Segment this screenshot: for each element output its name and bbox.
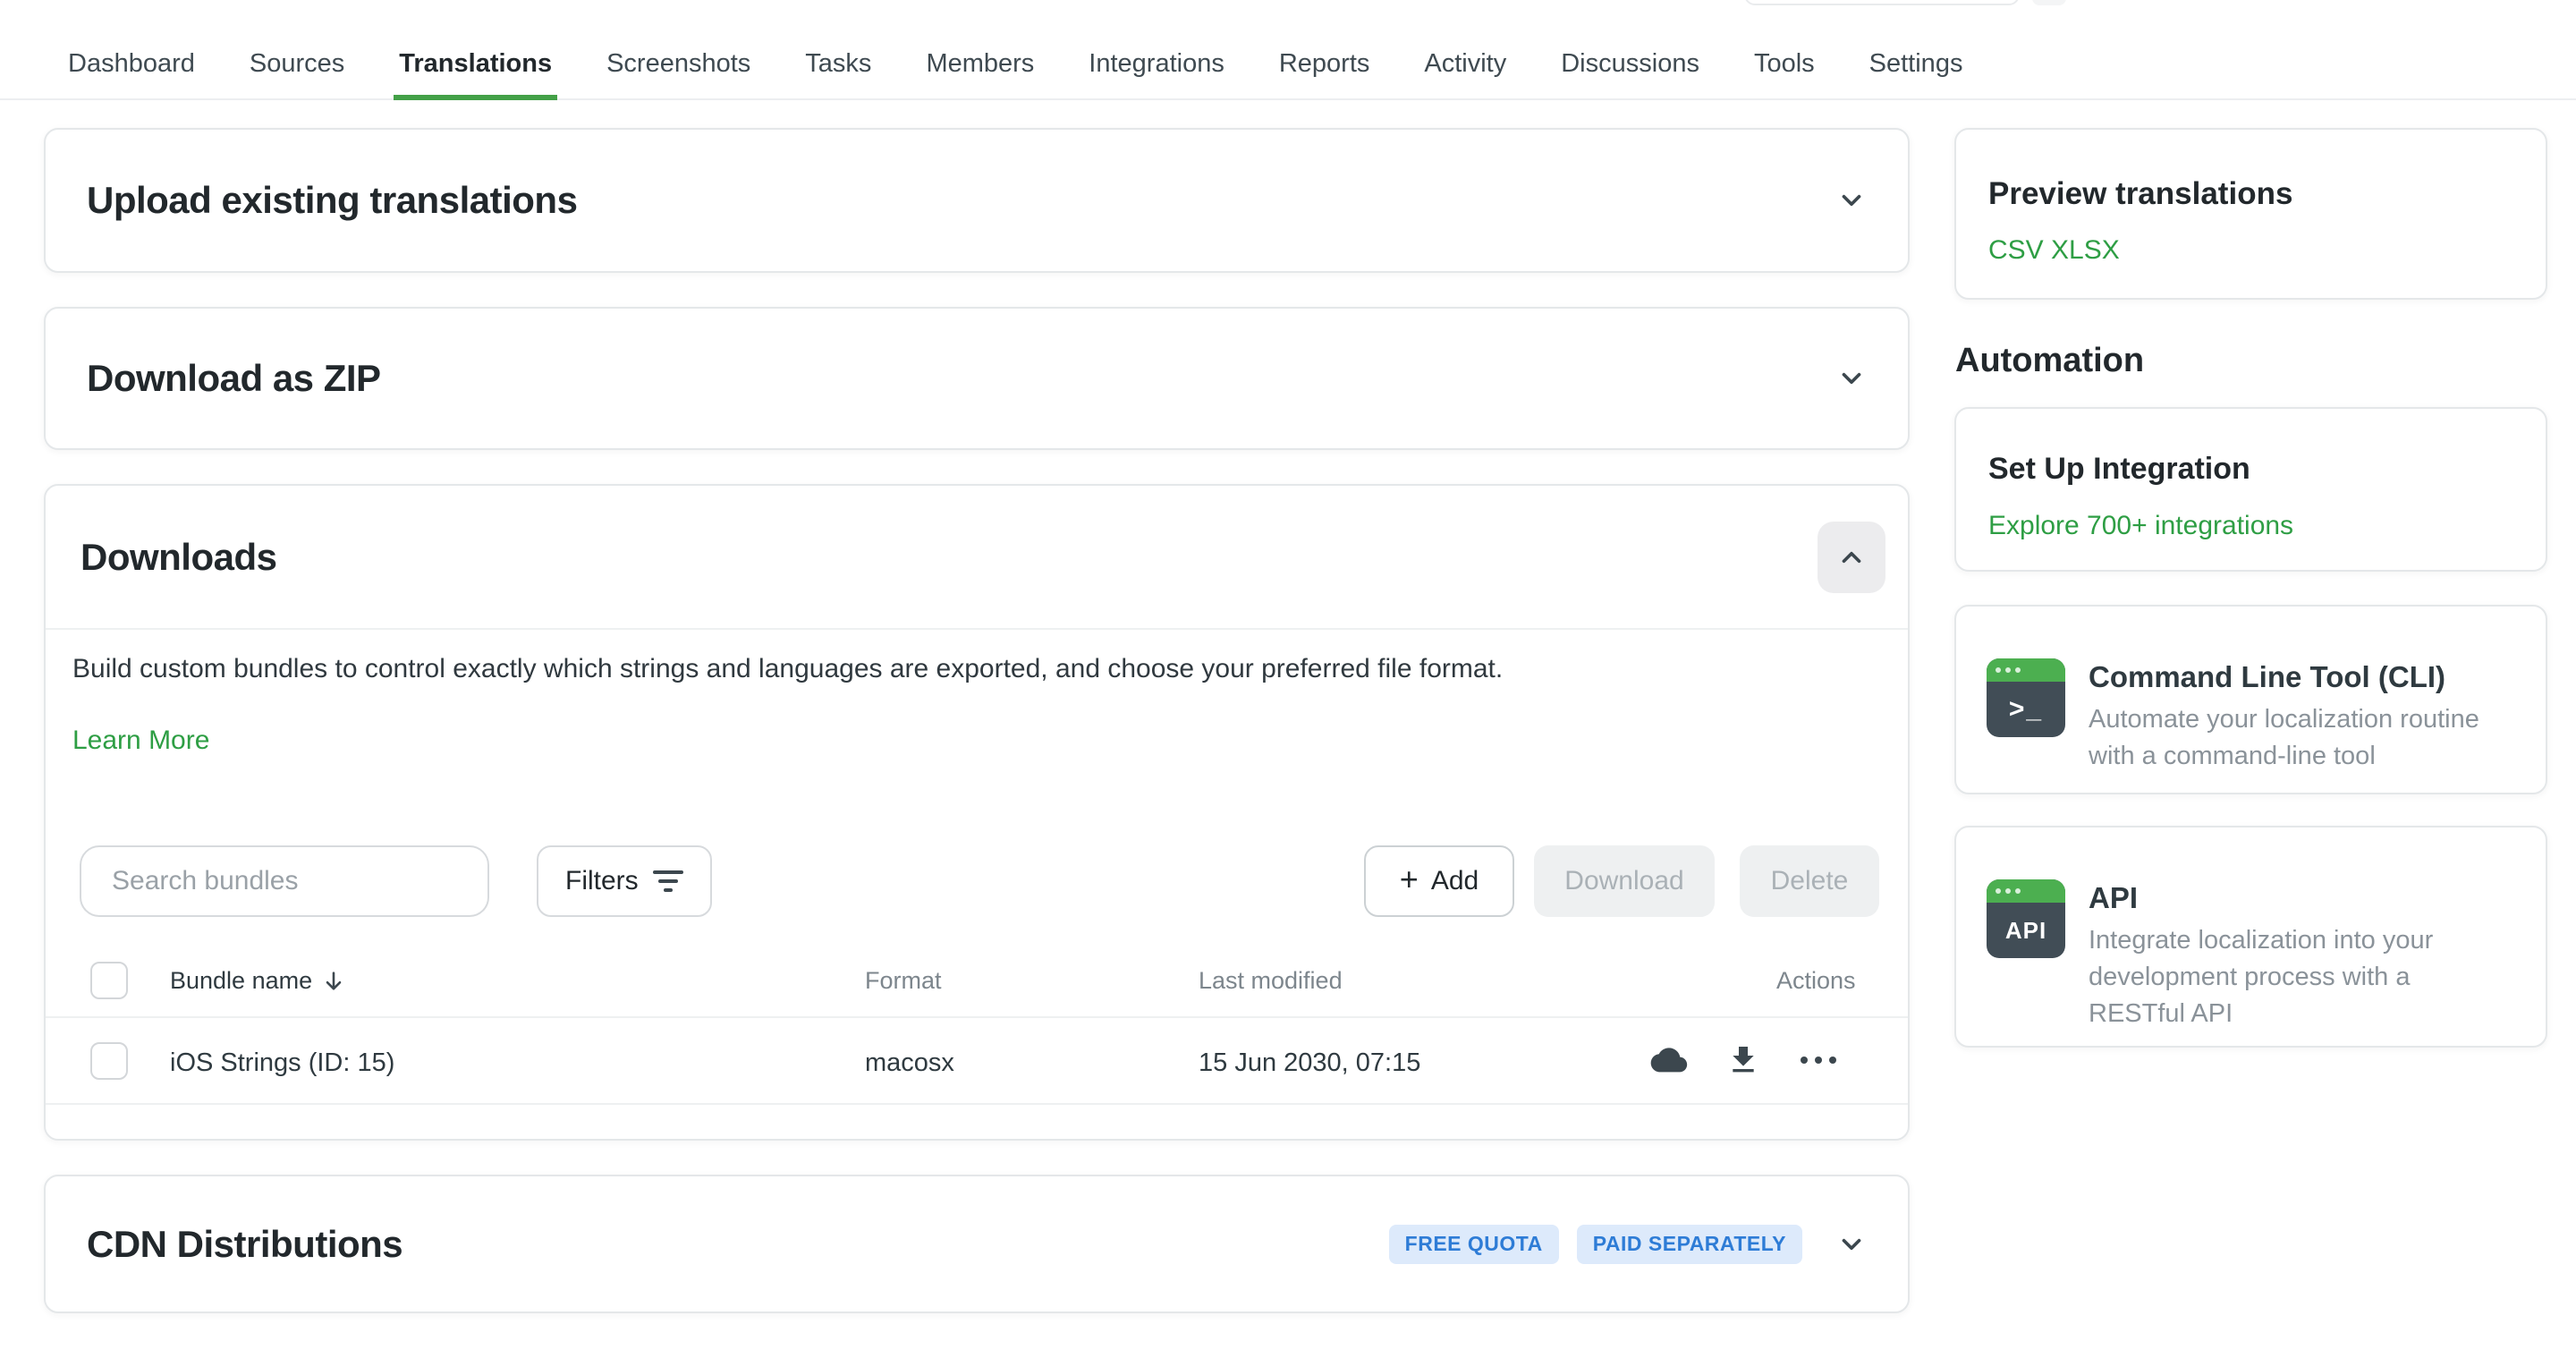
learn-more-link[interactable]: Learn More — [72, 726, 209, 756]
chevron-down-icon[interactable] — [1836, 363, 1867, 394]
upload-translations-title: Upload existing translations — [87, 179, 577, 222]
divider — [46, 1016, 1908, 1018]
terminal-prompt-glyph: >_ — [1987, 682, 2065, 737]
column-header-format: Format — [865, 967, 942, 995]
plus-icon: + — [1400, 863, 1419, 895]
collapse-button[interactable] — [1818, 522, 1885, 593]
add-bundle-button[interactable]: + Add — [1364, 845, 1514, 917]
setup-integration-title: Set Up Integration — [1988, 452, 2250, 487]
bundle-name-header-label: Bundle name — [170, 967, 312, 995]
tab-reports[interactable]: Reports — [1274, 0, 1376, 100]
translations-page: Dashboard Sources Translations Screensho… — [0, 0, 2576, 1358]
preview-xlsx-link[interactable]: XLSX — [2051, 235, 2120, 266]
tab-translations[interactable]: Translations — [394, 0, 557, 100]
download-row-icon[interactable] — [1724, 1040, 1763, 1080]
tab-tasks[interactable]: Tasks — [800, 0, 877, 100]
column-header-actions: Actions — [1776, 967, 1856, 995]
row-checkbox[interactable] — [90, 1042, 128, 1080]
chevron-down-icon[interactable] — [1836, 185, 1867, 216]
chevron-up-icon — [1836, 542, 1867, 573]
top-nav: Dashboard Sources Translations Screensho… — [0, 0, 2576, 100]
download-zip-card[interactable]: Download as ZIP — [44, 307, 1910, 450]
column-header-last-modified: Last modified — [1199, 967, 1343, 995]
toolbar-button-cutoff — [2032, 0, 2066, 5]
tab-sources[interactable]: Sources — [244, 0, 350, 100]
terminal-icon: >_ — [1987, 658, 2065, 737]
cdn-distributions-title: CDN Distributions — [87, 1223, 402, 1266]
last-modified-cell: 15 Jun 2030, 07:15 — [1199, 1048, 1420, 1078]
tab-screenshots[interactable]: Screenshots — [601, 0, 756, 100]
cli-description: Automate your localization routine with … — [2089, 701, 2509, 775]
api-glyph: API — [1987, 903, 2065, 958]
cdn-distributions-card[interactable]: CDN Distributions FREE QUOTA PAID SEPARA… — [44, 1175, 1910, 1313]
paid-separately-badge: PAID SEPARATELY — [1577, 1225, 1802, 1264]
select-all-checkbox[interactable] — [90, 962, 128, 999]
setup-integration-card: Set Up Integration Explore 700+ integrat… — [1954, 407, 2547, 572]
column-header-bundle-name[interactable]: Bundle name — [170, 967, 346, 995]
tab-tools[interactable]: Tools — [1749, 0, 1820, 100]
cloud-export-icon[interactable] — [1649, 1040, 1689, 1080]
bundle-name-cell[interactable]: iOS Strings (ID: 15) — [170, 1048, 394, 1078]
delete-button[interactable]: Delete — [1740, 845, 1879, 917]
cli-card[interactable]: >_ Command Line Tool (CLI) Automate your… — [1954, 605, 2547, 794]
tab-dashboard[interactable]: Dashboard — [63, 0, 200, 100]
downloads-description: Build custom bundles to control exactly … — [72, 654, 1843, 684]
downloads-card: Downloads Build custom bundles to contro… — [44, 484, 1910, 1141]
preview-csv-link[interactable]: CSV — [1988, 235, 2044, 266]
sort-descending-icon[interactable] — [321, 969, 346, 994]
api-card[interactable]: API API Integrate localization into your… — [1954, 826, 2547, 1048]
api-description: Integrate localization into your develop… — [2089, 922, 2509, 1032]
format-cell: macosx — [865, 1048, 954, 1078]
download-button[interactable]: Download — [1534, 845, 1715, 917]
tab-discussions[interactable]: Discussions — [1555, 0, 1705, 100]
add-label: Add — [1431, 866, 1479, 896]
more-actions-icon[interactable] — [1799, 1040, 1838, 1080]
tab-settings[interactable]: Settings — [1864, 0, 1969, 100]
tab-integrations[interactable]: Integrations — [1083, 0, 1230, 100]
filters-label: Filters — [565, 866, 639, 896]
filter-lines-icon — [653, 870, 683, 892]
free-quota-badge: FREE QUOTA — [1389, 1225, 1559, 1264]
api-icon: API — [1987, 879, 2065, 958]
upload-translations-card[interactable]: Upload existing translations — [44, 128, 1910, 273]
automation-heading: Automation — [1955, 342, 2144, 380]
filters-button[interactable]: Filters — [537, 845, 712, 917]
api-title: API — [2089, 881, 2138, 915]
chevron-down-icon[interactable] — [1836, 1229, 1867, 1260]
cli-title: Command Line Tool (CLI) — [2089, 660, 2445, 694]
explore-integrations-link[interactable]: Explore 700+ integrations — [1988, 511, 2293, 541]
preview-translations-card: Preview translations CSV XLSX — [1954, 128, 2547, 300]
preview-translations-title: Preview translations — [1988, 176, 2292, 212]
download-zip-title: Download as ZIP — [87, 357, 381, 400]
ellipsis-icon — [1801, 1057, 1836, 1064]
tab-members[interactable]: Members — [920, 0, 1039, 100]
divider — [46, 1103, 1908, 1105]
search-bundles-input[interactable] — [80, 845, 489, 917]
downloads-title: Downloads — [80, 536, 277, 579]
divider — [46, 628, 1908, 630]
tab-activity[interactable]: Activity — [1419, 0, 1512, 100]
